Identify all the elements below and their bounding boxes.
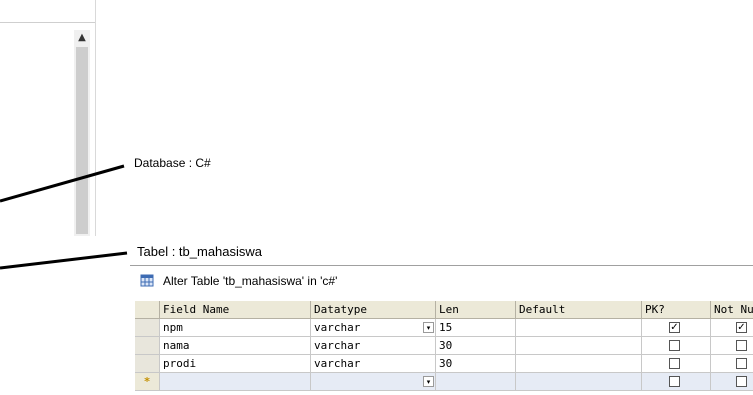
len-cell[interactable]: 30 (436, 337, 516, 355)
datatype-value: varchar (314, 339, 361, 352)
database-annotation: Database : C# (134, 156, 211, 170)
len-cell[interactable]: 30 (436, 355, 516, 373)
datatype-value: varchar (314, 357, 361, 370)
col-header-field-name[interactable]: Field Name (160, 301, 311, 319)
datatype-cell[interactable]: varchar (311, 355, 436, 373)
col-header-default[interactable]: Default (516, 301, 642, 319)
row-selector[interactable] (135, 337, 160, 355)
not-null-checkbox[interactable] (736, 358, 747, 369)
not-null-checkbox[interactable] (736, 376, 747, 387)
not-null-cell (711, 355, 753, 373)
pk-cell (642, 355, 711, 373)
not-null-cell (711, 337, 753, 355)
datatype-value: varchar (314, 321, 361, 334)
not-null-checkbox[interactable] (736, 340, 747, 351)
pk-checkbox[interactable] (669, 358, 680, 369)
pk-checkbox[interactable] (669, 340, 680, 351)
pk-checkbox[interactable]: ✓ (669, 322, 680, 333)
col-header-datatype[interactable]: Datatype (311, 301, 436, 319)
new-row-marker[interactable]: * (135, 373, 160, 391)
pk-cell: ✓ (642, 319, 711, 337)
database-pointer-line (0, 164, 125, 203)
not-null-cell (711, 373, 753, 391)
chevron-down-icon[interactable]: ▾ (423, 376, 434, 387)
datatype-cell[interactable]: varchar ▾ (311, 319, 436, 337)
col-header-not-null[interactable]: Not Nu (711, 301, 753, 319)
chevron-down-icon[interactable]: ▾ (423, 322, 434, 333)
default-cell[interactable] (516, 337, 642, 355)
field-name-cell[interactable] (160, 373, 311, 391)
table-annotation: Tabel : tb_mahasiswa (137, 244, 263, 259)
field-name-cell[interactable]: nama (160, 337, 311, 355)
section-divider (130, 265, 753, 266)
len-cell[interactable] (436, 373, 516, 391)
default-cell[interactable] (516, 319, 642, 337)
table-pointer-line (0, 251, 128, 270)
row-selector[interactable] (135, 355, 160, 373)
alter-table-title: Alter Table 'tb_mahasiswa' in 'c#' (163, 274, 338, 288)
not-null-cell: ✓ (711, 319, 753, 337)
col-header-pk[interactable]: PK? (642, 301, 711, 319)
datatype-cell[interactable]: ▾ (311, 373, 436, 391)
pk-checkbox[interactable] (669, 376, 680, 387)
table-grid-icon (140, 274, 154, 287)
column-grid: Field Name Datatype Len Default PK? Not … (135, 301, 753, 391)
default-cell[interactable] (516, 355, 642, 373)
field-name-cell[interactable]: npm (160, 319, 311, 337)
row-selector[interactable] (135, 319, 160, 337)
pk-cell (642, 373, 711, 391)
default-cell[interactable] (516, 373, 642, 391)
field-name-cell[interactable]: prodi (160, 355, 311, 373)
pk-cell (642, 337, 711, 355)
datatype-cell[interactable]: varchar (311, 337, 436, 355)
row-selector-header (135, 301, 160, 319)
len-cell[interactable]: 15 (436, 319, 516, 337)
not-null-checkbox[interactable]: ✓ (736, 322, 747, 333)
col-header-len[interactable]: Len (436, 301, 516, 319)
